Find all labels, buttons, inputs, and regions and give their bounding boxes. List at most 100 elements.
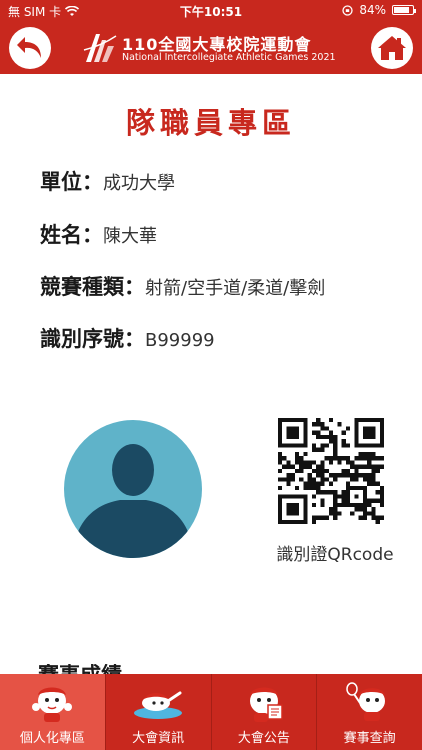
qr-module — [371, 473, 376, 478]
home-button[interactable] — [371, 27, 413, 69]
qr-module — [307, 460, 312, 465]
qr-module — [320, 464, 325, 469]
id-number-label: 識別序號： — [40, 327, 145, 351]
name-row: 姓名： 陳大華 — [40, 219, 157, 249]
qr-module — [367, 464, 372, 469]
id-number-row: 識別序號： B99999 — [40, 323, 215, 353]
qr-module — [354, 494, 359, 499]
qr-module — [375, 464, 380, 469]
qr-module — [333, 456, 338, 461]
tab-event-info[interactable]: 大會資訊 — [106, 674, 212, 750]
qr-module — [337, 460, 342, 465]
qr-module — [371, 498, 376, 503]
qr-module — [286, 473, 291, 478]
tab-match-query-label: 賽事查詢 — [343, 731, 396, 746]
qr-module — [362, 515, 368, 520]
qr-module — [333, 507, 338, 512]
qr-module — [294, 456, 300, 461]
qr-module — [333, 490, 338, 495]
qr-module — [278, 426, 283, 431]
tab-personal-zone[interactable]: 個人化專區 — [0, 674, 106, 750]
qr-module — [367, 443, 372, 448]
qr-module — [307, 464, 312, 469]
qr-module — [316, 473, 321, 478]
unit-row: 單位： 成功大學 — [40, 166, 175, 196]
qr-module — [294, 519, 300, 524]
qr-module — [278, 422, 283, 427]
qr-module — [282, 464, 287, 469]
qr-module — [367, 498, 372, 503]
qr-module — [320, 498, 325, 503]
qr-module — [303, 507, 308, 512]
qr-module — [358, 473, 363, 478]
qr-module — [290, 494, 295, 499]
qr-module — [282, 519, 287, 524]
qr-module — [367, 456, 372, 461]
qr-module — [354, 468, 359, 474]
unit-label: 單位： — [40, 170, 103, 194]
qr-module — [341, 494, 346, 499]
qr-module — [290, 477, 295, 482]
qr-module — [354, 443, 359, 448]
back-button[interactable] — [9, 27, 51, 69]
qr-module — [375, 481, 380, 486]
qr-module — [320, 490, 325, 495]
mascot-badminton-icon — [345, 682, 385, 721]
tab-personal-zone-label: 個人化專區 — [19, 731, 85, 746]
qr-module — [354, 426, 359, 431]
qr-module — [286, 502, 291, 508]
tab-event-info-label: 大會資訊 — [132, 731, 185, 746]
qr-module — [379, 502, 384, 508]
qr-module — [278, 468, 283, 474]
qr-module — [316, 485, 321, 491]
qr-module — [303, 519, 308, 524]
qr-module — [324, 468, 329, 474]
qr-module — [316, 418, 321, 423]
qr-module — [294, 426, 300, 431]
qr-module — [371, 426, 376, 431]
qr-module — [311, 515, 317, 520]
qr-module — [294, 418, 300, 423]
mascot-personal-icon — [32, 687, 73, 722]
qr-module — [350, 477, 355, 482]
mascot-swimming-icon — [134, 691, 183, 719]
qr-module — [320, 481, 325, 486]
qr-module — [316, 430, 321, 435]
qr-module — [324, 426, 329, 431]
id-number-value: B99999 — [145, 330, 215, 351]
qr-module — [294, 430, 300, 435]
qr-module — [354, 485, 359, 491]
qr-module — [345, 443, 351, 448]
qr-module — [320, 434, 325, 440]
qr-module — [371, 477, 376, 482]
tab-match-query[interactable]: 賽事查詢 — [317, 674, 422, 750]
qr-module — [278, 434, 283, 440]
qr-module — [362, 426, 368, 431]
qr-module — [290, 418, 295, 423]
qr-module — [311, 422, 317, 427]
qr-module — [324, 456, 329, 461]
qr-code — [278, 418, 384, 524]
qr-module — [290, 507, 295, 512]
qr-module — [286, 434, 291, 440]
qr-module — [333, 511, 338, 516]
battery-icon — [392, 5, 416, 15]
qr-module — [367, 477, 372, 482]
qr-module — [282, 443, 287, 448]
avatar — [64, 420, 202, 558]
qr-module — [358, 443, 363, 448]
qr-module — [371, 507, 376, 512]
qr-module — [333, 494, 338, 499]
qr-module — [379, 485, 384, 491]
qr-module — [294, 511, 300, 516]
tab-announcements[interactable]: 大會公告 — [212, 674, 318, 750]
qr-module — [362, 477, 368, 482]
qr-module — [345, 460, 351, 465]
qr-module — [354, 473, 359, 478]
qr-module — [303, 464, 308, 469]
qr-module — [345, 473, 351, 478]
qr-module — [316, 515, 321, 520]
qr-module — [379, 434, 384, 440]
qr-module — [316, 468, 321, 474]
qr-module — [311, 443, 317, 448]
